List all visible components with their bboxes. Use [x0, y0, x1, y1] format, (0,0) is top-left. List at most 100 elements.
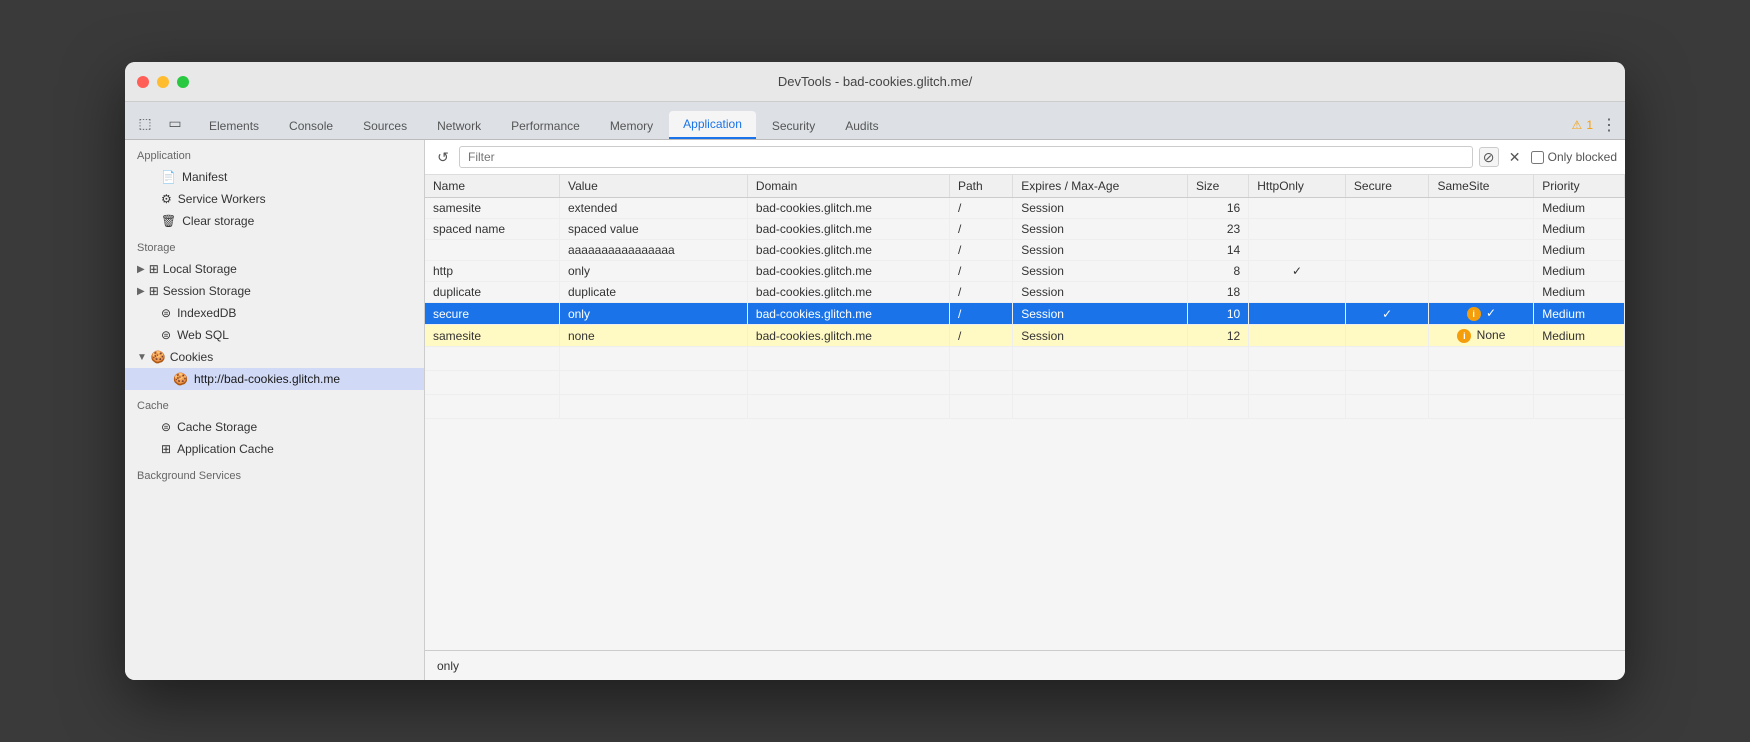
tab-sources[interactable]: Sources — [349, 113, 421, 139]
table-cell: bad-cookies.glitch.me — [747, 240, 949, 261]
tab-memory[interactable]: Memory — [596, 113, 667, 139]
sidebar-item-web-sql[interactable]: ⊜ Web SQL — [125, 324, 424, 346]
cache-storage-icon: ⊜ — [161, 420, 171, 434]
table-cell: bad-cookies.glitch.me — [747, 198, 949, 219]
table-cell: Medium — [1534, 240, 1625, 261]
table-row-empty — [425, 371, 1625, 395]
table-cell-empty — [1534, 347, 1625, 371]
table-cell-empty — [1345, 347, 1429, 371]
table-cell: / — [949, 198, 1012, 219]
table-cell — [1249, 303, 1346, 325]
sidebar-item-cookie-url[interactable]: 🍪 http://bad-cookies.glitch.me — [125, 368, 424, 390]
cursor-icon[interactable]: ⬚ — [133, 111, 157, 135]
tab-performance[interactable]: Performance — [497, 113, 594, 139]
sidebar-item-cookies-expandable[interactable]: ▼ 🍪 Cookies — [125, 346, 424, 368]
table-cell-empty — [949, 371, 1012, 395]
maximize-button[interactable] — [177, 76, 189, 88]
table-header-row: Name Value Domain Path Expires / Max-Age… — [425, 175, 1625, 198]
cookie-url-label: http://bad-cookies.glitch.me — [194, 372, 340, 386]
table-cell — [1345, 261, 1429, 282]
table-row[interactable]: secureonlybad-cookies.glitch.me/Session1… — [425, 303, 1625, 325]
sidebar-item-manifest[interactable]: 📄 Manifest — [125, 166, 424, 188]
tab-elements[interactable]: Elements — [195, 113, 273, 139]
sidebar-item-clear-storage[interactable]: 🗑 Clear storage — [125, 210, 424, 232]
devtools-window: DevTools - bad-cookies.glitch.me/ ⬚ ▭ El… — [125, 62, 1625, 680]
warning-badge[interactable]: ⚠ 1 — [1572, 118, 1593, 132]
table-cell: Medium — [1534, 282, 1625, 303]
table-row[interactable]: aaaaaaaaaaaaaaaabad-cookies.glitch.me/Se… — [425, 240, 1625, 261]
col-samesite: SameSite — [1429, 175, 1534, 198]
table-cell: bad-cookies.glitch.me — [747, 261, 949, 282]
table-cell: 8 — [1187, 261, 1248, 282]
cookie-url-icon: 🍪 — [173, 372, 188, 386]
tab-network[interactable]: Network — [423, 113, 495, 139]
tab-icon-group: ⬚ ▭ — [133, 111, 187, 139]
table-cell-empty — [559, 395, 747, 419]
table-cell-empty — [1187, 395, 1248, 419]
no-icon-button[interactable]: ⊘ — [1479, 147, 1499, 167]
filter-bar: ↺ ⊘ ✕ Only blocked — [425, 140, 1625, 175]
tab-audits[interactable]: Audits — [831, 113, 892, 139]
chevron-right-icon2: ▶ — [137, 286, 145, 297]
table-cell: aaaaaaaaaaaaaaaa — [559, 240, 747, 261]
sidebar: Application 📄 Manifest ⚙ Service Workers… — [125, 140, 425, 680]
minimize-button[interactable] — [157, 76, 169, 88]
table-cell: spaced name — [425, 219, 559, 240]
table-cell: ✓ — [1345, 303, 1429, 325]
sidebar-item-session-storage[interactable]: ▶ ⊞ Session Storage — [125, 280, 424, 302]
table-cell: 18 — [1187, 282, 1248, 303]
table-cell: Medium — [1534, 303, 1625, 325]
tab-security[interactable]: Security — [758, 113, 829, 139]
only-blocked-checkbox[interactable] — [1531, 151, 1544, 164]
session-storage-label: Session Storage — [163, 284, 251, 298]
table-row[interactable]: samesitenonebad-cookies.glitch.me/Sessio… — [425, 325, 1625, 347]
table-row[interactable]: httponlybad-cookies.glitch.me/Session8✓M… — [425, 261, 1625, 282]
table-cell-empty — [559, 347, 747, 371]
sidebar-item-local-storage[interactable]: ▶ ⊞ Local Storage — [125, 258, 424, 280]
table-cell-empty — [425, 347, 559, 371]
sidebar-item-indexeddb[interactable]: ⊜ IndexedDB — [125, 302, 424, 324]
table-cell: 23 — [1187, 219, 1248, 240]
chevron-right-icon: ▶ — [137, 264, 145, 275]
table-cell — [1249, 240, 1346, 261]
filter-input[interactable] — [459, 146, 1473, 168]
table-row[interactable]: duplicateduplicatebad-cookies.glitch.me/… — [425, 282, 1625, 303]
table-cell-empty — [1187, 371, 1248, 395]
tab-application[interactable]: Application — [669, 111, 756, 139]
table-cell-empty — [1534, 371, 1625, 395]
clear-button[interactable]: ✕ — [1505, 147, 1525, 167]
table-cell — [1249, 325, 1346, 347]
window-title: DevTools - bad-cookies.glitch.me/ — [778, 74, 972, 89]
refresh-button[interactable]: ↺ — [433, 147, 453, 167]
device-icon[interactable]: ▭ — [163, 111, 187, 135]
table-cell: 12 — [1187, 325, 1248, 347]
table-cell-empty — [1429, 347, 1534, 371]
table-cell: / — [949, 240, 1012, 261]
col-secure: Secure — [1345, 175, 1429, 198]
indexeddb-icon: ⊜ — [161, 306, 171, 320]
titlebar: DevTools - bad-cookies.glitch.me/ — [125, 62, 1625, 102]
table-cell: bad-cookies.glitch.me — [747, 219, 949, 240]
web-sql-label: Web SQL — [177, 328, 229, 342]
local-storage-icon: ⊞ — [149, 262, 159, 276]
table-cell-empty — [425, 371, 559, 395]
table-cell-empty — [1345, 395, 1429, 419]
table-row[interactable]: spaced namespaced valuebad-cookies.glitc… — [425, 219, 1625, 240]
tabs-right: ⚠ 1 ⋮ — [1572, 115, 1617, 139]
table-row[interactable]: samesiteextendedbad-cookies.glitch.me/Se… — [425, 198, 1625, 219]
right-panel: ↺ ⊘ ✕ Only blocked Name Value Domain — [425, 140, 1625, 680]
application-cache-label: Application Cache — [177, 442, 274, 456]
table-cell-empty — [1013, 395, 1188, 419]
more-options-button[interactable]: ⋮ — [1601, 115, 1617, 135]
sidebar-item-application-cache[interactable]: ⊞ Application Cache — [125, 438, 424, 460]
only-blocked-group: Only blocked — [1531, 150, 1617, 164]
cookies-table: Name Value Domain Path Expires / Max-Age… — [425, 175, 1625, 419]
table-cell: secure — [425, 303, 559, 325]
sidebar-item-service-workers[interactable]: ⚙ Service Workers — [125, 188, 424, 210]
tab-console[interactable]: Console — [275, 113, 347, 139]
table-cell — [1429, 198, 1534, 219]
application-cache-icon: ⊞ — [161, 442, 171, 456]
sidebar-item-cache-storage[interactable]: ⊜ Cache Storage — [125, 416, 424, 438]
close-button[interactable] — [137, 76, 149, 88]
table-cell: duplicate — [559, 282, 747, 303]
